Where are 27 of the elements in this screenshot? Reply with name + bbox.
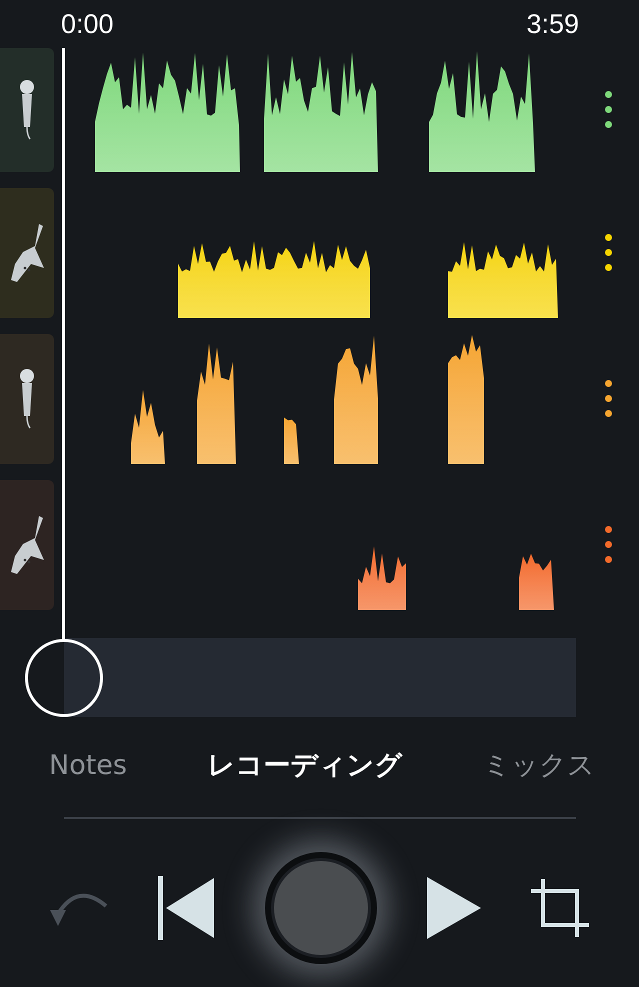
guitar-icon (9, 516, 45, 574)
tab[interactable]: レコーディング (207, 746, 402, 787)
more-icon[interactable] (605, 526, 612, 563)
more-icon[interactable] (605, 380, 612, 417)
crop-icon (529, 876, 591, 939)
play-button[interactable] (424, 876, 481, 939)
more-icon[interactable] (605, 91, 612, 128)
microphone-icon (19, 368, 35, 430)
waveform-drawing (284, 417, 299, 464)
start-time: 0:00 (61, 8, 114, 40)
playhead-handle[interactable] (25, 639, 103, 717)
guitar-icon (9, 224, 45, 282)
instrument-tile[interactable] (0, 334, 54, 464)
play-icon (424, 876, 481, 939)
crop-button[interactable] (529, 876, 591, 939)
tab[interactable]: Notes (49, 746, 127, 787)
skip-back-button[interactable] (158, 876, 216, 940)
more-icon[interactable] (605, 234, 612, 271)
instrument-tile[interactable] (0, 480, 54, 610)
tab[interactable]: ミックス (482, 746, 595, 787)
waveform-drawing (519, 553, 554, 610)
waveform-drawing (358, 546, 406, 610)
end-time: 3:59 (526, 8, 579, 40)
instrument-tile[interactable] (0, 188, 54, 318)
skip-back-icon (158, 876, 216, 940)
instrument-tile[interactable] (0, 48, 54, 172)
microphone-icon (19, 78, 35, 140)
